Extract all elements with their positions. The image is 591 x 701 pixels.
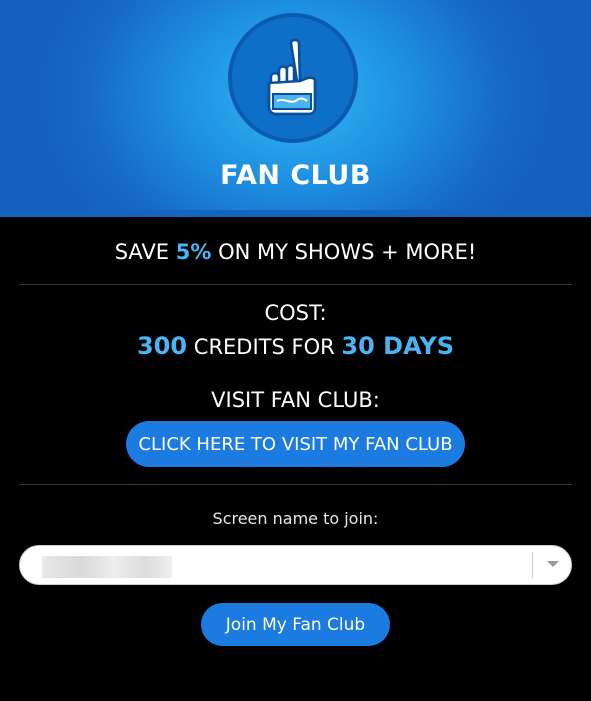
cost-value: 300 CREDITS FOR 30 DAYS bbox=[0, 332, 591, 360]
save-percent: 5% bbox=[175, 240, 212, 264]
cost-credits: 300 bbox=[136, 332, 188, 360]
header-banner: FAN CLUB bbox=[0, 0, 591, 217]
cost-middle: CREDITS FOR bbox=[193, 335, 335, 359]
divider bbox=[19, 284, 572, 285]
visit-label: VISIT FAN CLUB: bbox=[211, 388, 380, 412]
chevron-down-icon[interactable] bbox=[547, 561, 559, 567]
save-suffix: ON MY SHOWS + MORE! bbox=[218, 240, 477, 264]
visit-fan-club-button[interactable]: CLICK HERE TO VISIT MY FAN CLUB bbox=[126, 421, 465, 467]
cost-days: 30 DAYS bbox=[341, 332, 455, 360]
page-title: FAN CLUB bbox=[220, 160, 371, 191]
screen-name-label: Screen name to join: bbox=[212, 509, 379, 528]
screen-name-select[interactable] bbox=[19, 545, 572, 585]
divider bbox=[19, 484, 572, 485]
selected-screen-name bbox=[42, 556, 172, 578]
save-prefix: SAVE bbox=[114, 240, 170, 264]
header-strip bbox=[0, 210, 591, 217]
select-separator bbox=[532, 552, 533, 578]
save-text: SAVE 5% ON MY SHOWS + MORE! bbox=[0, 240, 591, 264]
foam-finger-icon bbox=[228, 13, 358, 143]
join-fan-club-button[interactable]: Join My Fan Club bbox=[201, 603, 390, 646]
cost-label: COST: bbox=[264, 301, 327, 325]
fan-club-panel: FAN CLUB SAVE 5% ON MY SHOWS + MORE! COS… bbox=[0, 0, 591, 701]
